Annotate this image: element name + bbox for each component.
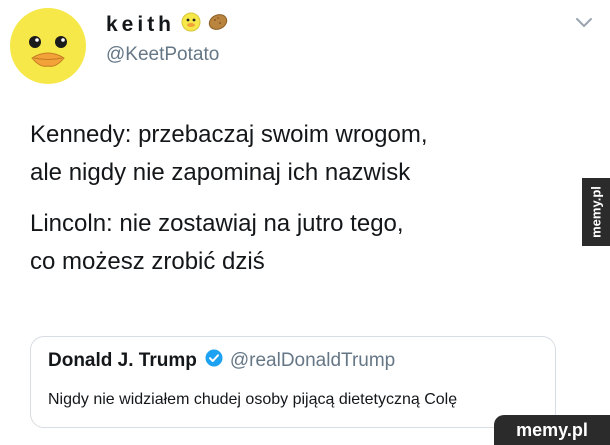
verified-badge-icon (205, 349, 223, 373)
potato-icon (207, 12, 229, 38)
quoted-tweet-card[interactable]: Donald J. Trump @realDonaldTrump Nigdy n… (30, 336, 556, 428)
tweet-paragraph: Lincoln: nie zostawiaj na jutro tego, co… (30, 205, 570, 281)
duck-avatar-image (10, 8, 86, 84)
tweet-text: Kennedy: przebaczaj swoim wrogom, ale ni… (30, 116, 570, 294)
watermark-corner: memy.pl (494, 415, 610, 445)
quoted-tweet-header: Donald J. Trump @realDonaldTrump (48, 349, 395, 373)
quoted-author-handle[interactable]: @realDonaldTrump (230, 350, 395, 372)
user-handle[interactable]: @KeetPotato (106, 44, 219, 66)
display-name-text: keith (106, 13, 176, 36)
watermark-corner-text: memy.pl (516, 419, 588, 440)
tweet-line: Kennedy: przebaczaj swoim wrogom, (30, 121, 428, 148)
tweet-paragraph: Kennedy: przebaczaj swoim wrogom, ale ni… (30, 116, 570, 192)
tweet-line: Lincoln: nie zostawiaj na jutro tego, (30, 210, 404, 237)
quoted-tweet-text: Nigdy nie widziałem chudej osoby pijącą … (48, 391, 458, 408)
watermark-side: memy.pl (582, 178, 610, 246)
quoted-author-name[interactable]: Donald J. Trump (48, 350, 197, 372)
watermark-side-text: memy.pl (588, 186, 604, 238)
tweet-line: ale nigdy nie zapominaj ich nazwisk (30, 159, 411, 186)
display-name[interactable]: keith (106, 12, 229, 38)
chevron-down-icon[interactable] (574, 16, 594, 30)
avatar[interactable] (10, 8, 86, 84)
duck-face-icon (181, 12, 201, 38)
tweet-line: co możesz zrobić dziś (30, 248, 265, 275)
